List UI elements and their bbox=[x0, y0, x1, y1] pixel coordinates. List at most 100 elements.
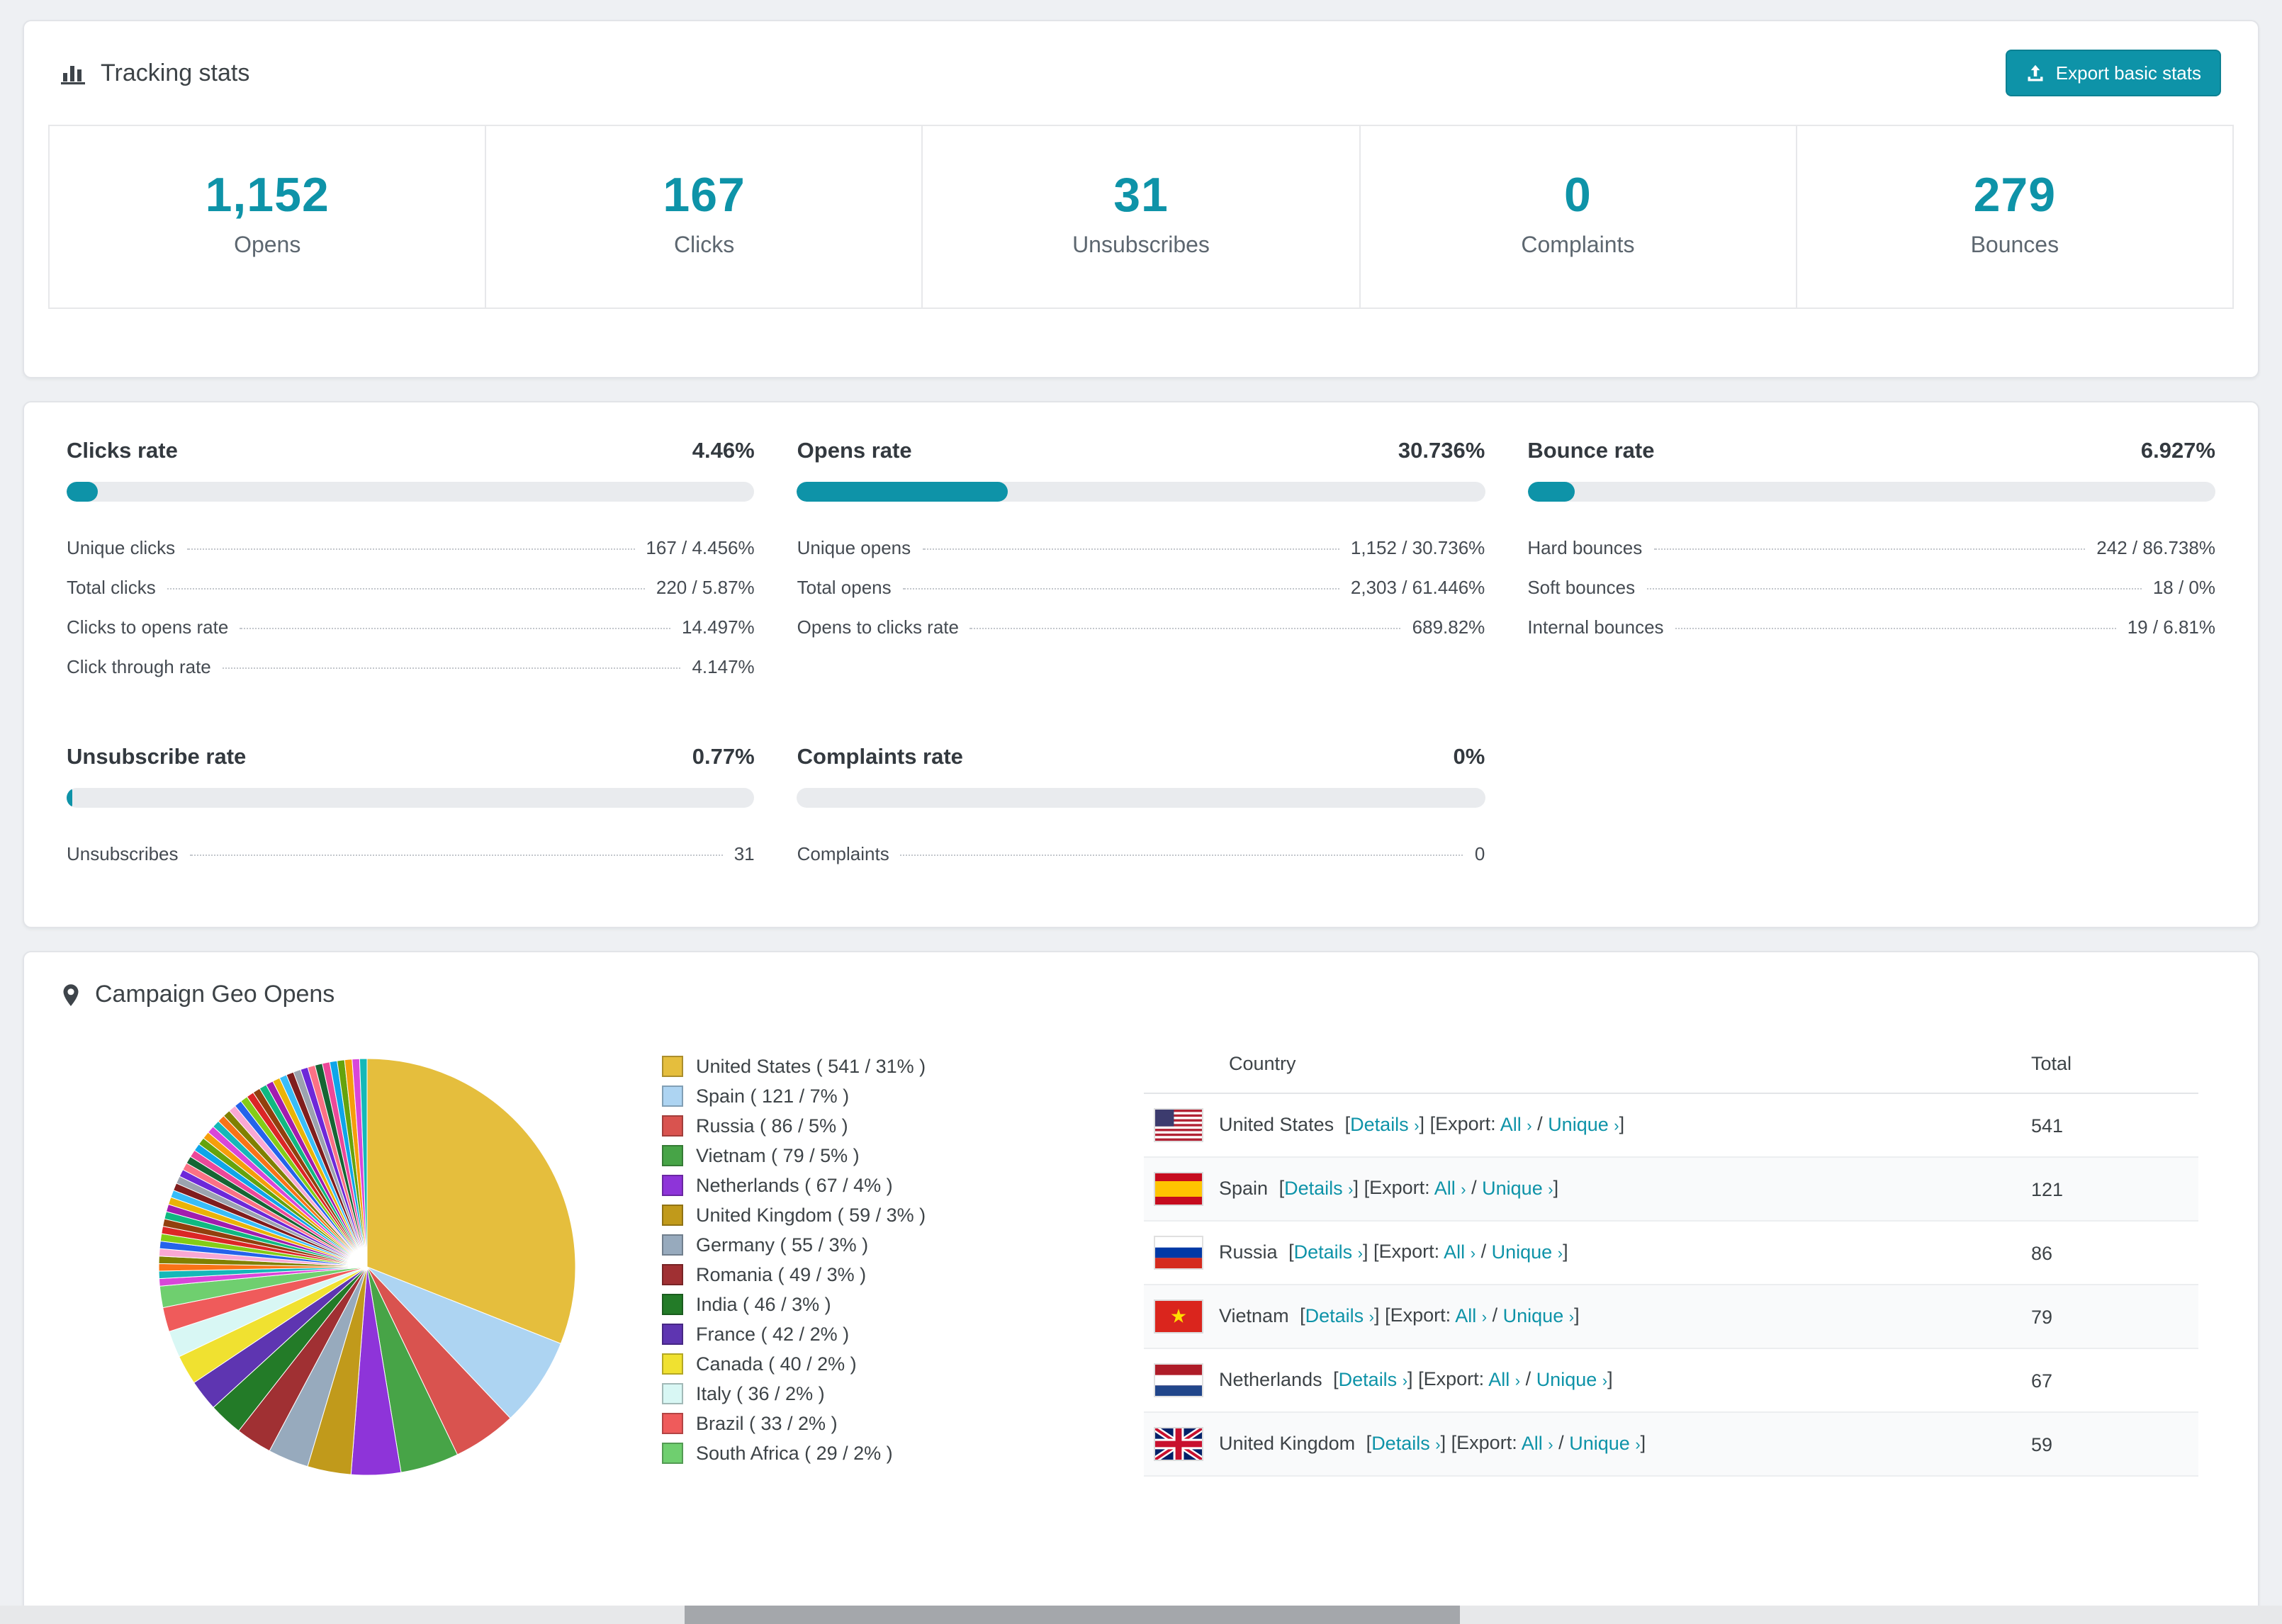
total-cell: 86 bbox=[2020, 1221, 2198, 1285]
metric-row: Unsubscribes 31 bbox=[67, 833, 755, 873]
legend-swatch bbox=[662, 1294, 683, 1315]
export-basic-stats-button[interactable]: Export basic stats bbox=[2006, 50, 2221, 96]
bounce-rate: Bounce rate 6.927% Hard bounces 242 / 86.73… bbox=[1527, 439, 2215, 686]
stat-value: 1,152 bbox=[205, 169, 330, 222]
metric-value: 14.497% bbox=[682, 616, 755, 637]
table-row: Netherlands [Details ›] [Export: All › /… bbox=[1144, 1348, 2198, 1413]
chevron-right-icon: › bbox=[1461, 1181, 1466, 1199]
legend-item: Russia ( 86 / 5% ) bbox=[662, 1111, 1087, 1141]
horizontal-scrollbar[interactable] bbox=[0, 1606, 2282, 1624]
legend-label: Germany ( 55 / 3% ) bbox=[696, 1234, 869, 1256]
details-link[interactable]: Details › bbox=[1371, 1432, 1440, 1453]
rate-title: Bounce rate bbox=[1527, 439, 1655, 463]
legend-swatch bbox=[662, 1413, 683, 1434]
metric-label: Click through rate bbox=[67, 655, 211, 677]
stat-box-complaints: 0 Complaints bbox=[1359, 125, 1797, 309]
total-column-header: Total bbox=[2020, 1034, 2198, 1094]
stat-value: 167 bbox=[663, 169, 746, 222]
rate-value: 0.77% bbox=[692, 745, 755, 769]
rate-value: 6.927% bbox=[2140, 439, 2215, 463]
export-unique-link[interactable]: Unique › bbox=[1492, 1241, 1563, 1262]
scrollbar-thumb[interactable] bbox=[685, 1606, 1461, 1624]
geo-table-wrap: Country Total United States [Details ›] … bbox=[1144, 1034, 2198, 1491]
flag-gb bbox=[1155, 1428, 1202, 1460]
stat-box-clicks: 167 Clicks bbox=[485, 125, 923, 309]
export-all-link[interactable]: All › bbox=[1500, 1113, 1532, 1134]
details-link[interactable]: Details › bbox=[1294, 1241, 1363, 1262]
tracking-stats-header: Tracking stats Export basic stats bbox=[24, 21, 2258, 113]
complaints-rate: Complaints rate 0% Complaints 0 bbox=[797, 745, 1485, 873]
details-link[interactable]: Details › bbox=[1339, 1368, 1407, 1389]
legend-label: Spain ( 121 / 7% ) bbox=[696, 1086, 850, 1107]
progress-fill bbox=[67, 482, 98, 502]
details-link[interactable]: Details › bbox=[1350, 1113, 1419, 1134]
details-link[interactable]: Details › bbox=[1284, 1177, 1353, 1198]
dotted-leader bbox=[900, 854, 1463, 855]
dotted-leader bbox=[189, 854, 723, 855]
geo-opens-title: Campaign Geo Opens bbox=[95, 981, 335, 1008]
metric-row: Total clicks 220 / 5.87% bbox=[67, 567, 755, 607]
metric-label: Unsubscribes bbox=[67, 842, 179, 864]
chevron-right-icon: › bbox=[1557, 1245, 1563, 1263]
total-cell: 59 bbox=[2020, 1412, 2198, 1477]
country-cell: Russia [Details ›] [Export: All › / Uniq… bbox=[1144, 1221, 2020, 1285]
country-cell: United Kingdom [Details ›] [Export: All … bbox=[1144, 1412, 2020, 1477]
legend-item: France ( 42 / 2% ) bbox=[662, 1319, 1087, 1349]
metric-value: 689.82% bbox=[1412, 616, 1485, 637]
export-unique-link[interactable]: Unique › bbox=[1536, 1368, 1607, 1389]
dotted-leader bbox=[186, 548, 635, 549]
export-all-link[interactable]: All › bbox=[1488, 1368, 1520, 1389]
country-name: Netherlands bbox=[1219, 1368, 1322, 1390]
app-viewport: Tracking stats Export basic stats 1,152 O… bbox=[0, 0, 2282, 1624]
metric-value: 2,303 / 61.446% bbox=[1350, 576, 1485, 597]
country-name: Russia bbox=[1219, 1241, 1278, 1263]
export-all-link[interactable]: All › bbox=[1434, 1177, 1466, 1198]
tracking-stats-title: Tracking stats bbox=[101, 59, 250, 86]
country-cell: Spain [Details ›] [Export: All › / Uniqu… bbox=[1144, 1157, 2020, 1222]
stat-value: 0 bbox=[1564, 169, 1592, 222]
legend-label: Italy ( 36 / 2% ) bbox=[696, 1383, 825, 1404]
export-all-link[interactable]: All › bbox=[1455, 1304, 1487, 1326]
export-all-link[interactable]: All › bbox=[1522, 1432, 1553, 1453]
table-row: United States [Details ›] [Export: All ›… bbox=[1144, 1093, 2198, 1158]
chevron-right-icon: › bbox=[1568, 1309, 1575, 1326]
legend-label: South Africa ( 29 / 2% ) bbox=[696, 1443, 893, 1464]
metric-label: Total opens bbox=[797, 576, 892, 597]
geo-opens-header: Campaign Geo Opens bbox=[24, 952, 2258, 1026]
dotted-leader bbox=[1675, 627, 2116, 628]
geo-opens-body: United States ( 541 / 31% ) Spain ( 121 /… bbox=[24, 1026, 2258, 1618]
metric-value: 1,152 / 30.736% bbox=[1350, 536, 1485, 558]
metric-value: 4.147% bbox=[692, 655, 755, 677]
chevron-right-icon: › bbox=[1548, 1181, 1553, 1199]
metric-label: Soft bounces bbox=[1527, 576, 1636, 597]
details-link[interactable]: Details › bbox=[1305, 1304, 1374, 1326]
stat-label: Unsubscribes bbox=[1072, 234, 1210, 258]
progress-fill bbox=[1527, 482, 1575, 502]
rate-title: Opens rate bbox=[797, 439, 912, 463]
legend-item: India ( 46 / 3% ) bbox=[662, 1290, 1087, 1319]
legend-swatch bbox=[662, 1443, 683, 1464]
metric-row: Unique clicks 167 / 4.456% bbox=[67, 527, 755, 567]
export-unique-link[interactable]: Unique › bbox=[1503, 1304, 1574, 1326]
legend-swatch bbox=[662, 1205, 683, 1226]
flag-ru bbox=[1155, 1237, 1202, 1268]
dotted-leader bbox=[969, 627, 1401, 628]
metric-row: Unique opens 1,152 / 30.736% bbox=[797, 527, 1485, 567]
export-unique-link[interactable]: Unique › bbox=[1569, 1432, 1640, 1453]
legend-swatch bbox=[662, 1383, 683, 1404]
chevron-right-icon: › bbox=[1514, 1372, 1521, 1390]
export-label: Export: bbox=[1369, 1177, 1430, 1199]
stat-value: 279 bbox=[1973, 169, 2057, 222]
chevron-right-icon: › bbox=[1348, 1181, 1354, 1199]
metric-label: Internal bounces bbox=[1527, 616, 1664, 637]
export-unique-link[interactable]: Unique › bbox=[1482, 1177, 1553, 1198]
country-cell: Netherlands [Details ›] [Export: All › /… bbox=[1144, 1348, 2020, 1413]
chevron-right-icon: › bbox=[1548, 1436, 1553, 1454]
progress-track bbox=[67, 788, 755, 808]
legend-swatch bbox=[662, 1175, 683, 1196]
export-unique-link[interactable]: Unique › bbox=[1548, 1113, 1619, 1134]
dotted-leader bbox=[222, 667, 681, 668]
chevron-right-icon: › bbox=[1527, 1117, 1532, 1135]
export-all-link[interactable]: All › bbox=[1444, 1241, 1476, 1262]
stat-value: 31 bbox=[1113, 169, 1169, 222]
